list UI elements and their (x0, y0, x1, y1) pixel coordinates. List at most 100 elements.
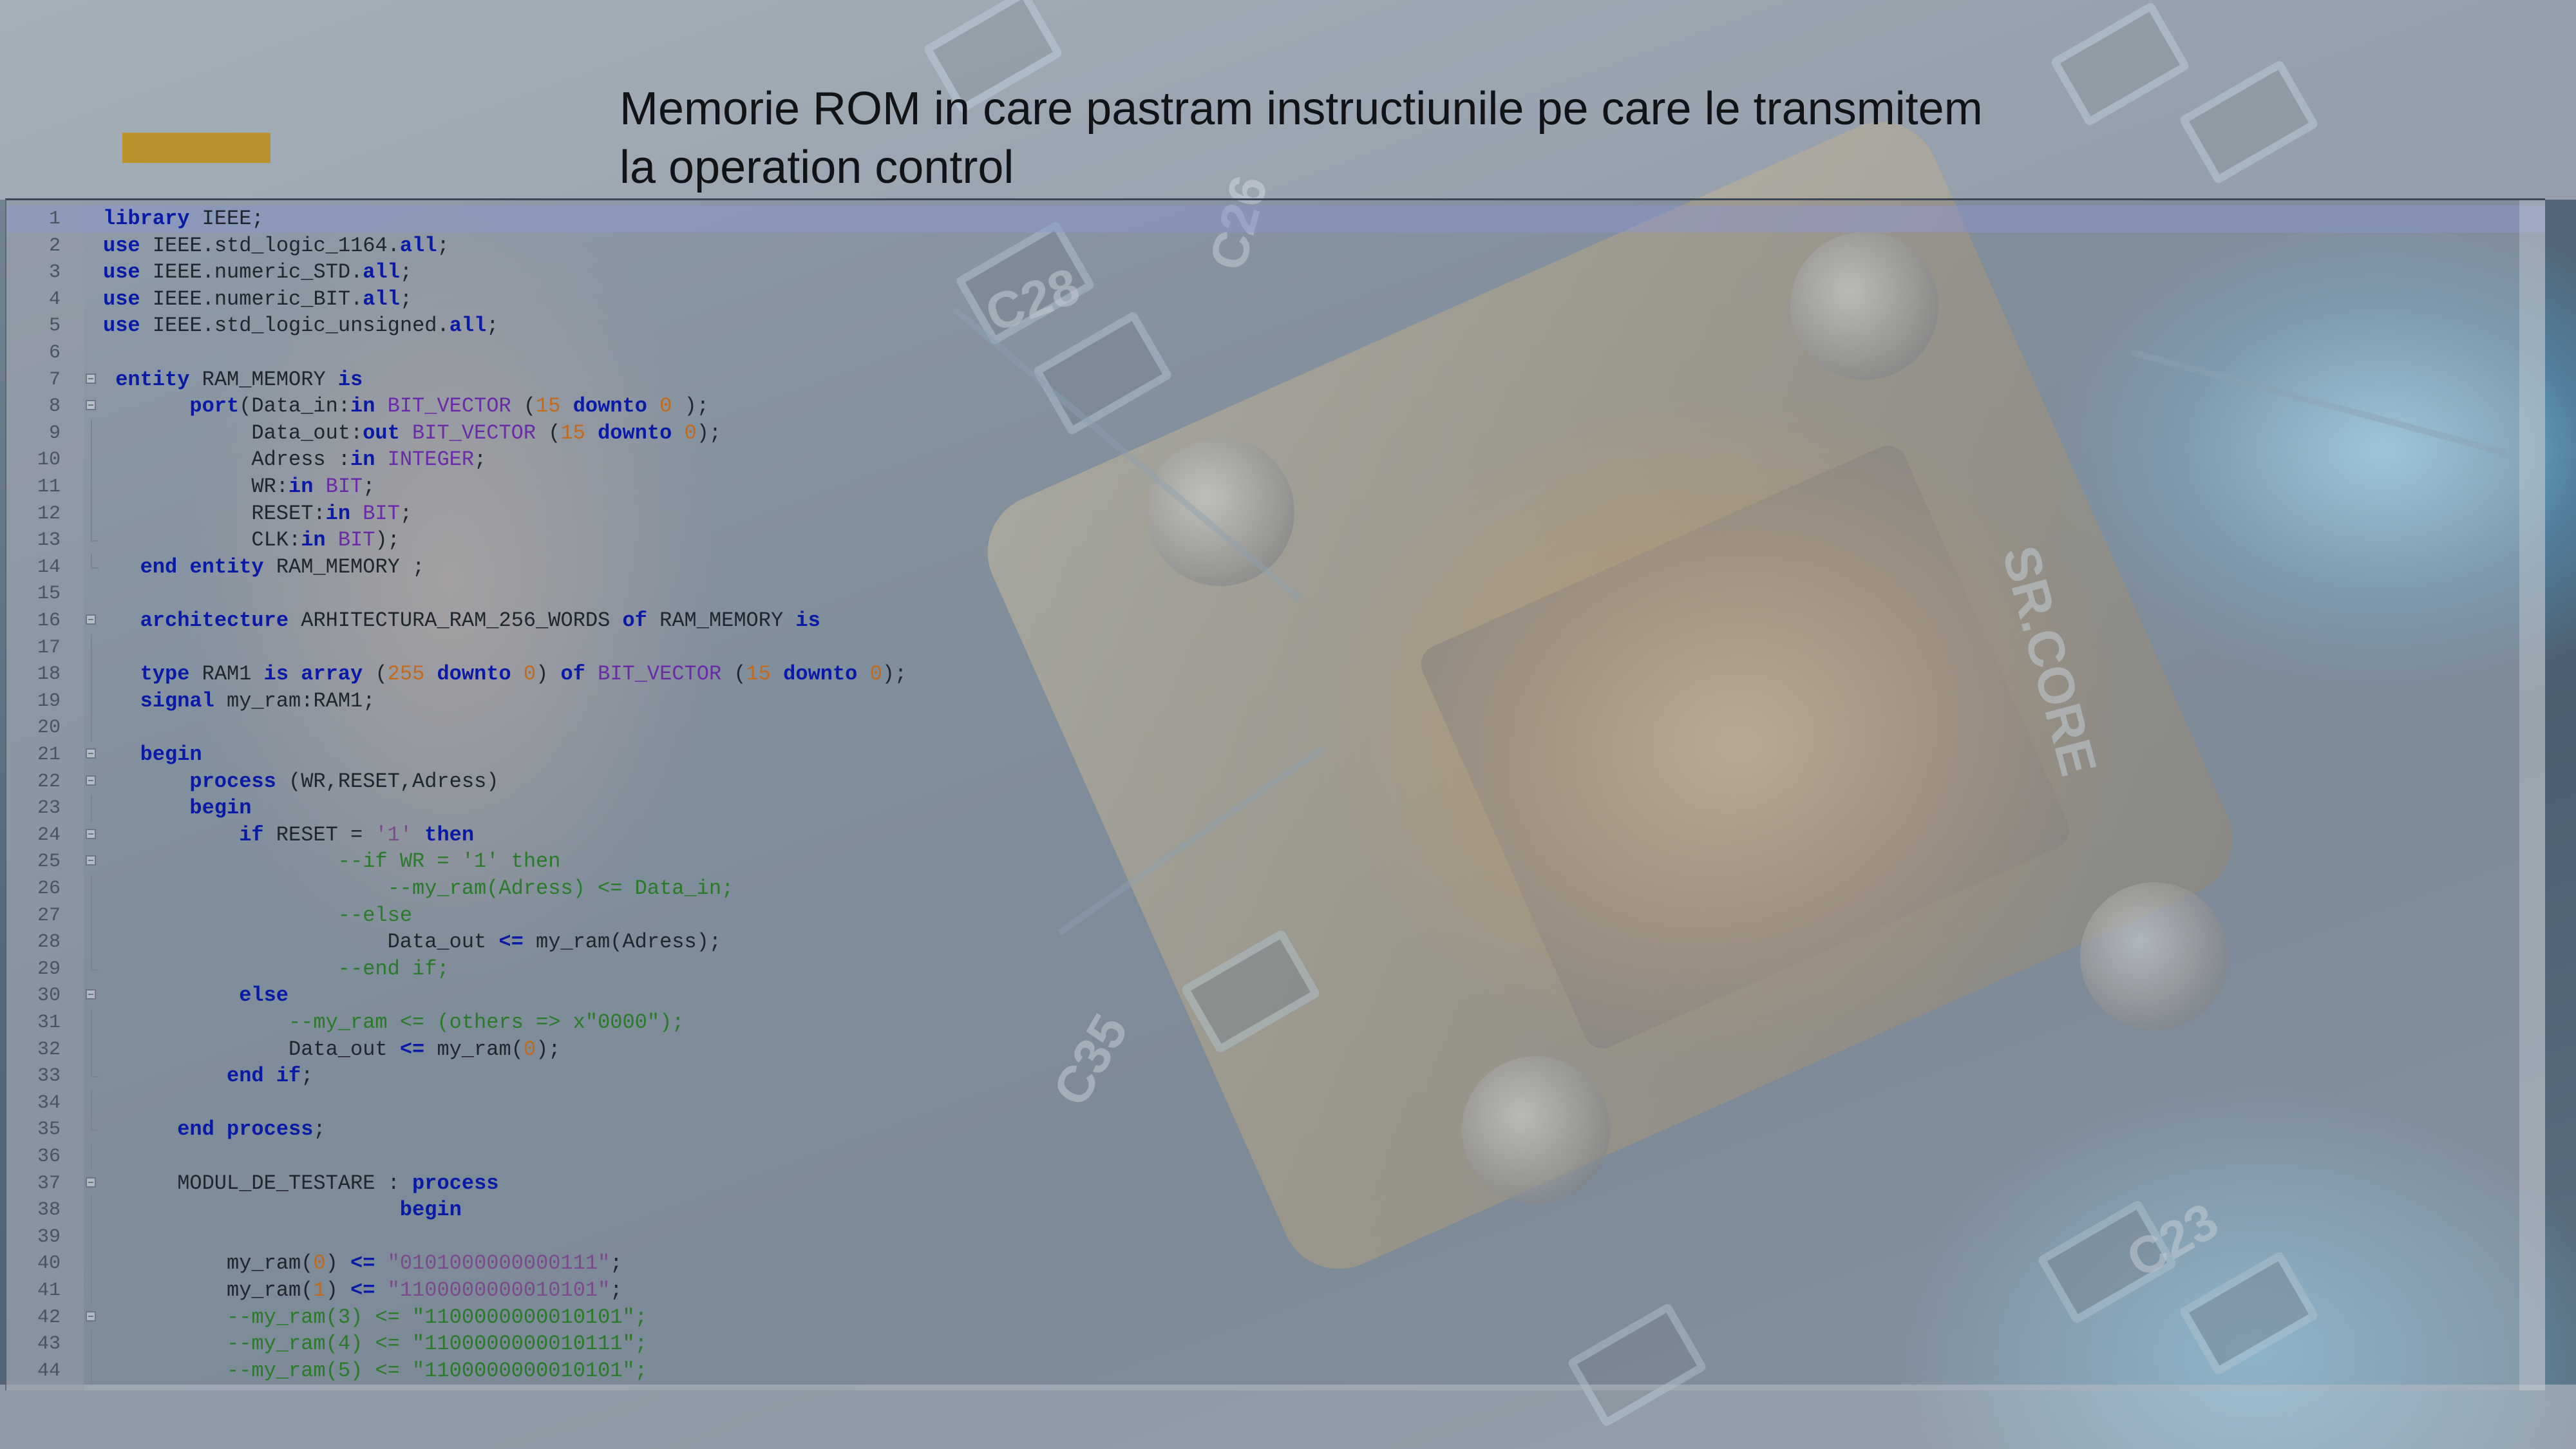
code-line[interactable]: 14 end entity RAM_MEMORY ; (6, 553, 2545, 581)
fold-guide (91, 1009, 92, 1036)
code-line[interactable]: 36 (6, 1143, 2545, 1170)
code-line[interactable]: 15 (6, 580, 2545, 607)
code-token: ; (301, 1064, 314, 1088)
fold-toggle-icon[interactable] (86, 614, 96, 625)
code-token: ) (325, 1251, 351, 1276)
code-line[interactable]: 4 use IEEE.numeric_BIT.all; (6, 286, 2545, 313)
code-text: WR:in BIT; (251, 473, 375, 500)
code-editor-content[interactable]: 1 library IEEE; 2 use IEEE.std_logic_1164.a… (6, 200, 2545, 1390)
code-line[interactable]: 22 process (WR,RESET,Adress) (6, 768, 2545, 795)
code-token: IEEE.std_logic_unsigned. (140, 314, 450, 338)
line-number: 4 (48, 288, 61, 310)
code-editor[interactable]: 1 library IEEE; 2 use IEEE.std_logic_1164.a… (5, 198, 2545, 1390)
line-number: 19 (37, 690, 61, 712)
fold-toggle-icon[interactable] (86, 373, 96, 384)
fold-toggle-icon[interactable] (86, 828, 96, 839)
code-line[interactable]: 31 --my_ram <= (others => x"0000"); (6, 1009, 2545, 1036)
slide-title-line-2: la operation control (620, 142, 1014, 193)
code-line[interactable]: 6 (6, 339, 2545, 366)
code-line[interactable]: 41 my_ram(1) <= "1100000000010101"; (6, 1277, 2545, 1304)
fold-toggle-icon[interactable] (86, 400, 96, 411)
code-token: ( (363, 662, 388, 687)
code-token: architecture (140, 609, 289, 632)
code-token: of (622, 609, 647, 632)
code-line[interactable]: 8 port(Data_in:in BIT_VECTOR (15 downto 0… (6, 393, 2545, 420)
fold-toggle-icon[interactable] (86, 1311, 96, 1321)
fold-toggle-icon[interactable] (86, 989, 96, 1000)
code-line[interactable]: 18 type RAM1 is array (255 downto 0) of B… (6, 661, 2545, 688)
code-line[interactable]: 43 --my_ram(4) <= "1100000000010111"; (6, 1331, 2545, 1358)
code-token: BIT_VECTOR (412, 421, 536, 445)
code-line[interactable]: 27 --else (6, 902, 2545, 929)
code-token: ); (672, 394, 709, 419)
code-text: library IEEE; (103, 205, 264, 232)
code-line[interactable]: 23 begin (6, 795, 2545, 822)
fold-guide (91, 1223, 92, 1251)
code-line[interactable]: 20 (6, 714, 2545, 741)
code-line[interactable]: 21 begin (6, 741, 2545, 768)
code-line[interactable]: 32 Data_out <= my_ram(0); (6, 1036, 2545, 1063)
code-line[interactable]: 33 end if; (6, 1063, 2545, 1090)
code-line[interactable]: 44 --my_ram(5) <= "1100000000010101"; (6, 1357, 2545, 1385)
code-line[interactable]: 28 Data_out <= my_ram(Adress); (6, 929, 2545, 956)
line-number: 30 (37, 985, 61, 1007)
code-token: process (227, 1117, 314, 1142)
code-token: IEEE; (189, 207, 264, 231)
line-number: 22 (37, 770, 61, 793)
code-token: ( (511, 394, 536, 419)
fold-end-marker (91, 567, 99, 569)
code-token: 0 (659, 394, 672, 419)
code-line[interactable]: 30 else (6, 982, 2545, 1009)
code-token: 0 (313, 1251, 326, 1276)
code-line[interactable]: 37 MODUL_DE_TESTARE : process (6, 1170, 2545, 1197)
code-line[interactable]: 2 use IEEE.std_logic_1164.all; (6, 232, 2545, 260)
code-line[interactable]: 3 use IEEE.numeric_STD.all; (6, 259, 2545, 286)
code-line[interactable]: 40 my_ram(0) <= "0101000000000111"; (6, 1250, 2545, 1277)
code-line[interactable]: 38 begin (6, 1197, 2545, 1224)
code-token: --if WR = '1' then (337, 849, 561, 874)
code-line[interactable]: 39 (6, 1223, 2545, 1251)
code-token: 15 (746, 662, 771, 687)
code-line[interactable]: 9 Data_out:out BIT_VECTOR (15 downto 0); (6, 419, 2545, 447)
fold-guide (91, 1331, 92, 1358)
fold-toggle-icon[interactable] (86, 748, 96, 759)
code-line[interactable]: 12 RESET:in BIT; (6, 500, 2545, 527)
code-text: Data_out:out BIT_VECTOR (15 downto 0); (251, 420, 721, 447)
code-line[interactable]: 1 library IEEE; (6, 205, 2545, 232)
code-token: ; (437, 233, 450, 258)
fold-guide (91, 955, 92, 970)
code-line[interactable]: 16 architecture ARHITECTURA_RAM_256_WORDS… (6, 607, 2545, 634)
code-line[interactable]: 24 if RESET = '1' then (6, 822, 2545, 849)
code-line[interactable]: 19 signal my_ram:RAM1; (6, 687, 2545, 715)
code-line[interactable]: 34 (6, 1089, 2545, 1117)
code-line[interactable]: 10 Adress :in INTEGER; (6, 446, 2545, 473)
code-token: ; (474, 448, 487, 472)
fold-toggle-icon[interactable] (86, 855, 96, 866)
fold-toggle-icon[interactable] (86, 1177, 96, 1188)
line-number: 11 (37, 476, 61, 498)
fold-guide (91, 1143, 92, 1170)
code-line[interactable]: 35 end process; (6, 1116, 2545, 1143)
code-line[interactable]: 7 entity RAM_MEMORY is (6, 366, 2545, 393)
code-line[interactable]: 29 --end if; (6, 955, 2545, 983)
code-line[interactable]: 26 --my_ram(Adress) <= Data_in; (6, 875, 2545, 902)
fold-toggle-icon[interactable] (86, 775, 96, 786)
code-token: if (276, 1064, 301, 1088)
code-line[interactable]: 11 WR:in BIT; (6, 473, 2545, 500)
vertical-scrollbar[interactable] (2519, 200, 2545, 1390)
code-text: my_ram(1) <= "1100000000010101"; (227, 1277, 623, 1304)
code-line[interactable]: 13 CLK:in BIT); (6, 527, 2545, 554)
code-text: end process; (177, 1116, 325, 1143)
code-token: Adress : (251, 448, 351, 472)
code-line[interactable]: 25 --if WR = '1' then (6, 848, 2545, 875)
code-line[interactable]: 5 use IEEE.std_logic_unsigned.all; (6, 312, 2545, 339)
code-line[interactable]: 17 (6, 634, 2545, 661)
code-line[interactable]: 42 --my_ram(3) <= "1100000000010101"; (6, 1304, 2545, 1331)
code-token: --end if; (337, 956, 450, 981)
